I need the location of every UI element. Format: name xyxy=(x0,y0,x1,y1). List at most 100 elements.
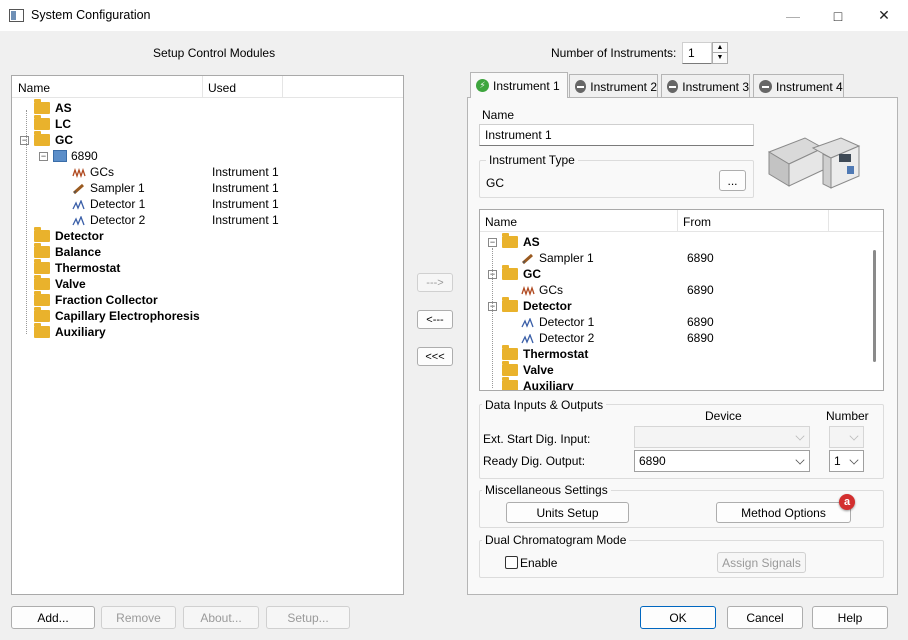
tree-item[interactable]: Valve xyxy=(502,361,554,378)
tree-item-from: 6890 xyxy=(687,283,714,297)
folder-icon xyxy=(34,243,50,258)
help-button[interactable]: Help xyxy=(812,606,888,629)
tree-item[interactable]: AS xyxy=(34,99,72,116)
maximize-icon[interactable]: □ xyxy=(815,0,861,31)
ready-number-select[interactable]: 1 xyxy=(829,450,864,472)
tree-item[interactable]: Detector 1 xyxy=(72,196,145,212)
tab-instrument-2[interactable]: Instrument 2 xyxy=(569,74,658,98)
instrument-type-value: GC xyxy=(486,176,504,190)
detector-wave-icon xyxy=(521,317,535,328)
tree-item[interactable]: Balance xyxy=(34,243,101,260)
folder-icon xyxy=(34,99,50,114)
tree-item[interactable]: GC xyxy=(502,265,541,282)
tree-item-label: Sampler 1 xyxy=(90,181,145,195)
tree-item[interactable]: GCs xyxy=(521,282,563,298)
tree-item[interactable]: Detector xyxy=(502,297,572,314)
tab-label: Instrument 1 xyxy=(493,78,560,93)
data-io-label: Data Inputs & Outputs xyxy=(482,398,607,412)
tree-item[interactable]: Detector 2 xyxy=(521,330,594,346)
tree-scrollbar-thumb[interactable] xyxy=(873,250,876,362)
tree-item[interactable]: Detector 1 xyxy=(521,314,594,330)
add-to-instrument-button[interactable]: ---> xyxy=(417,273,453,292)
tree-item-label: Auxiliary xyxy=(523,379,574,390)
ext-start-device-select[interactable] xyxy=(634,426,810,448)
folder-icon xyxy=(34,323,50,338)
instrument-inactive-icon xyxy=(667,80,679,93)
instrument-modules-tree[interactable]: Name From AS − Sampler 1 6890 GC − GCs 6890 Dete… xyxy=(479,209,884,391)
spin-up-icon[interactable]: ▲ xyxy=(713,43,727,53)
tab-instrument-1[interactable]: ⚡ Instrument 1 xyxy=(470,72,568,98)
instrument-name-label: Name xyxy=(482,108,515,122)
tree-item[interactable]: 6890 xyxy=(53,148,98,164)
tab-instrument-4[interactable]: Instrument 4 xyxy=(753,74,844,98)
tree-item-label: GCs xyxy=(90,165,114,179)
ext-start-number-select[interactable] xyxy=(829,426,864,448)
tree-item-label: Sampler 1 xyxy=(539,251,594,265)
tree-item[interactable]: Auxiliary xyxy=(502,377,574,390)
assign-signals-button[interactable]: Assign Signals xyxy=(717,552,806,573)
tree-item[interactable]: Detector xyxy=(34,227,104,244)
title-bar: System Configuration — □ ✕ xyxy=(0,0,908,31)
tree-item-label: Detector 2 xyxy=(539,331,595,345)
remove-from-instrument-button[interactable]: <--- xyxy=(417,310,453,329)
sampler-icon xyxy=(521,253,535,265)
tree-item[interactable]: AS xyxy=(502,233,540,250)
enable-checkbox[interactable] xyxy=(505,556,518,569)
enable-label: Enable xyxy=(520,556,558,570)
folder-icon xyxy=(502,265,518,280)
instrument-name-input[interactable]: Instrument 1 xyxy=(479,124,754,146)
tree-item[interactable]: Thermostat xyxy=(34,259,120,276)
tree-item-label: Capillary Electrophoresis xyxy=(55,309,200,323)
tree-item-label: GC xyxy=(523,267,541,281)
device-column-label: Device xyxy=(705,409,742,423)
tree-item[interactable]: GCs xyxy=(72,164,114,180)
tree-item[interactable]: Valve xyxy=(34,275,86,292)
instrument-inactive-icon xyxy=(575,80,587,93)
instrument-type-browse-button[interactable]: ... xyxy=(719,170,746,191)
tree-item[interactable]: Sampler 1 xyxy=(72,180,145,196)
number-of-instruments-spinner[interactable]: ▲ ▼ xyxy=(712,42,728,64)
collapse-icon[interactable]: − xyxy=(488,238,497,247)
tree-item[interactable]: Capillary Electrophoresis xyxy=(34,307,200,324)
cancel-button[interactable]: Cancel xyxy=(727,606,803,629)
add-module-button[interactable]: Add... xyxy=(11,606,95,629)
tree-item[interactable]: Thermostat xyxy=(502,345,588,362)
detector-wave-icon xyxy=(72,199,86,210)
tree-item-label: Valve xyxy=(55,277,86,291)
tree-item[interactable]: Auxiliary xyxy=(34,323,106,340)
chevron-down-icon xyxy=(849,431,859,441)
tree-item-label: Detector xyxy=(523,299,572,313)
tree-item[interactable]: GC xyxy=(34,131,73,148)
tree-item-used: Instrument 1 xyxy=(212,197,279,211)
tree-item[interactable]: Sampler 1 xyxy=(521,250,594,266)
tab-instrument-3[interactable]: Instrument 3 xyxy=(661,74,750,98)
tree-item[interactable]: Detector 2 xyxy=(72,212,145,228)
close-icon[interactable]: ✕ xyxy=(861,0,907,31)
units-setup-button[interactable]: Units Setup xyxy=(506,502,629,523)
remove-module-button[interactable]: Remove xyxy=(101,606,176,629)
spin-down-icon[interactable]: ▼ xyxy=(713,53,727,63)
tree-item-label: Detector xyxy=(55,229,104,243)
tree-item[interactable]: LC xyxy=(34,115,71,132)
folder-icon xyxy=(34,259,50,274)
method-options-button[interactable]: Method Options xyxy=(716,502,851,523)
collapse-icon[interactable]: − xyxy=(20,136,29,145)
remove-all-button[interactable]: <<< xyxy=(417,347,453,366)
minimize-icon[interactable]: — xyxy=(770,0,816,31)
chevron-down-icon xyxy=(849,455,859,465)
gc-module-icon xyxy=(53,150,67,162)
detector-wave-icon xyxy=(72,215,86,226)
collapse-icon[interactable]: − xyxy=(39,152,48,161)
setup-button[interactable]: Setup... xyxy=(266,606,350,629)
ready-device-select[interactable]: 6890 xyxy=(634,450,810,472)
tree-item[interactable]: Fraction Collector xyxy=(34,291,158,308)
tree-item-label: Auxiliary xyxy=(55,325,106,339)
ok-button[interactable]: OK xyxy=(640,606,716,629)
instrument-tree-body: AS − Sampler 1 6890 GC − GCs 6890 Detector − Detec… xyxy=(480,210,868,390)
number-of-instruments-input[interactable]: 1 xyxy=(682,42,712,64)
about-button[interactable]: About... xyxy=(183,606,259,629)
tree-item-label: Fraction Collector xyxy=(55,293,158,307)
tree-item-used: Instrument 1 xyxy=(212,165,279,179)
tree-item-used: Instrument 1 xyxy=(212,213,279,227)
modules-tree[interactable]: Name Used AS LC GC −6890− GCs Instrument 1 Sam… xyxy=(11,75,404,595)
